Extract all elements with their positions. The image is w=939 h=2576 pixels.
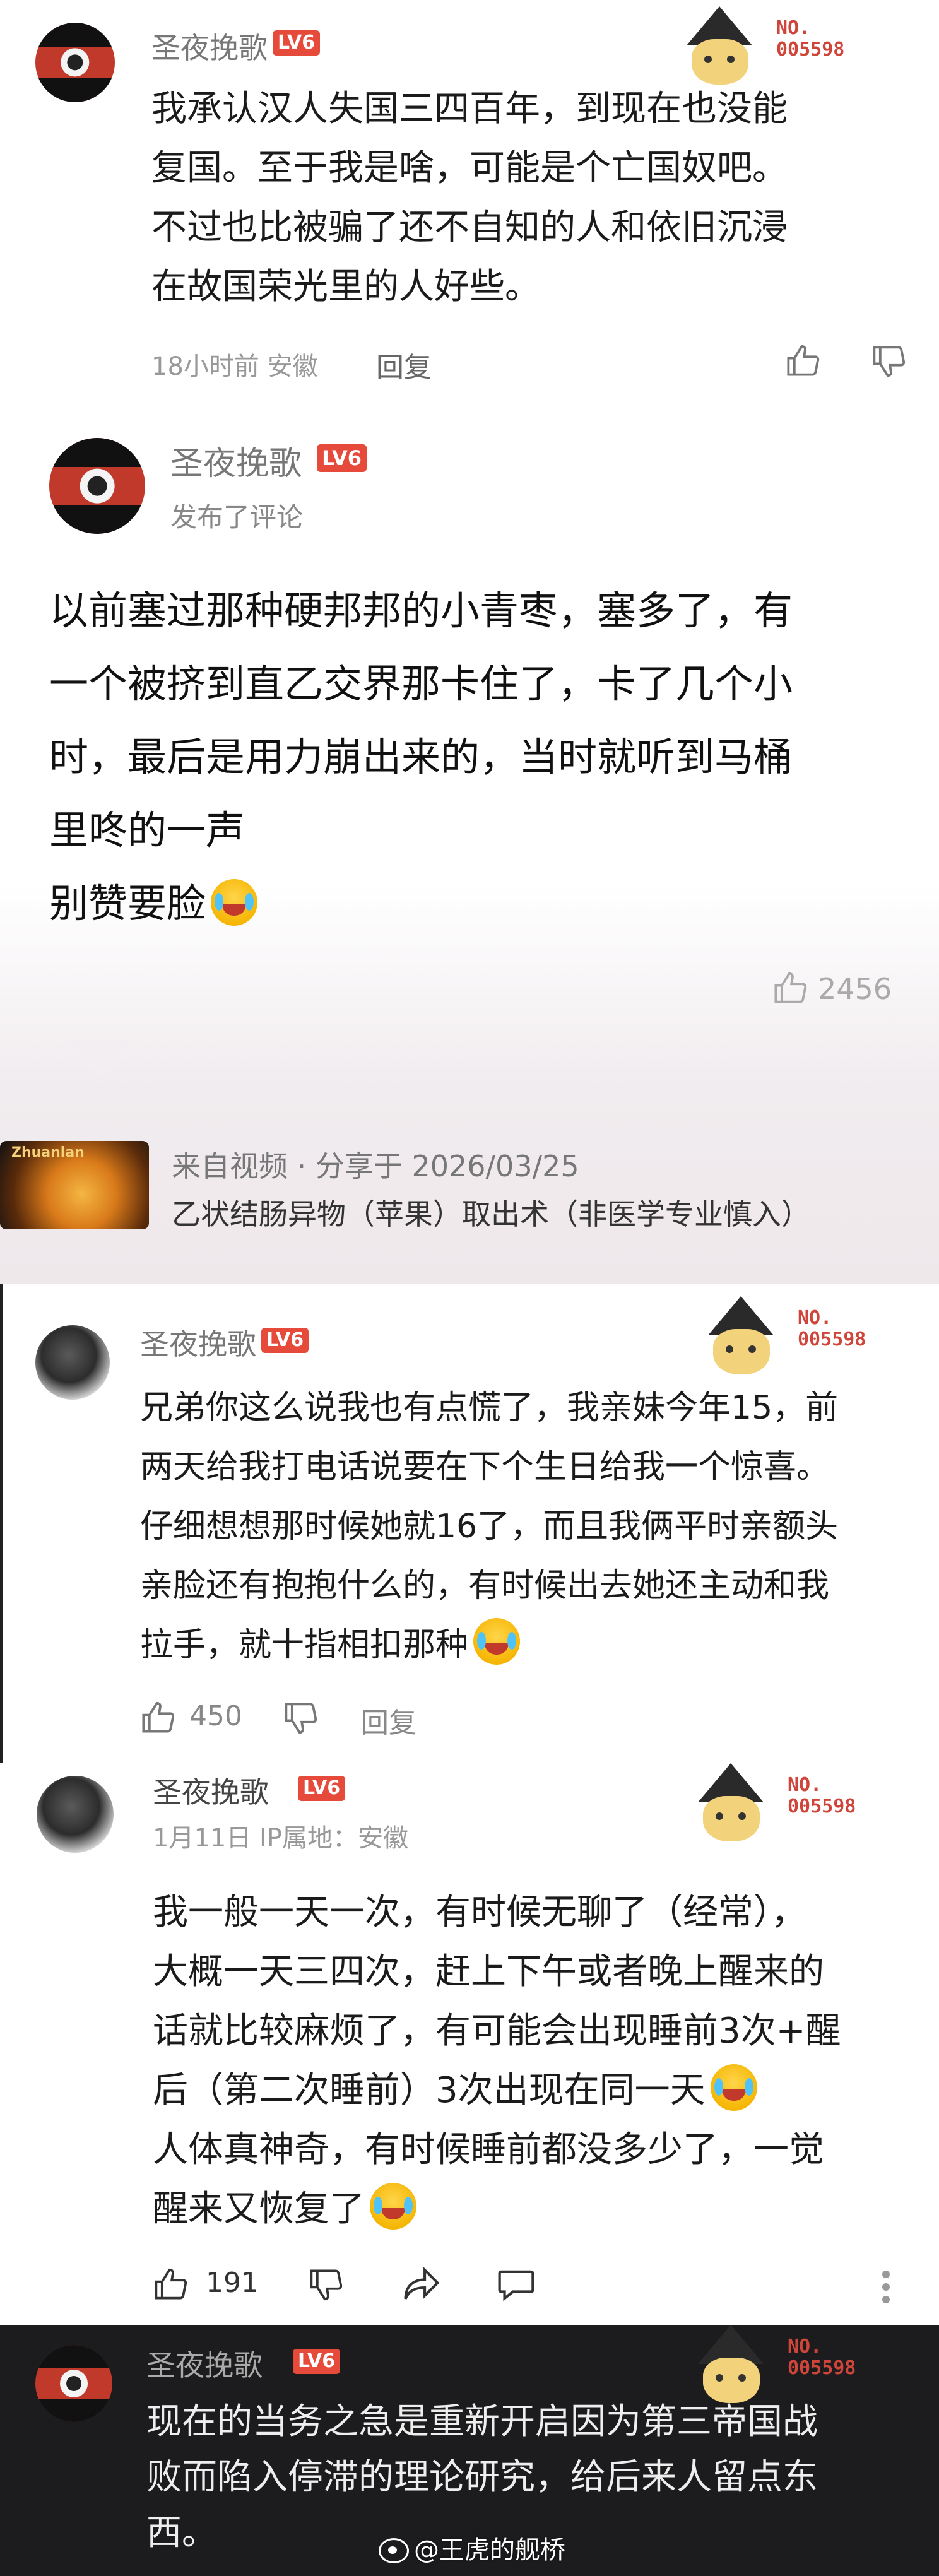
comment-body: 兄弟你这么说我也有点慌了，我亲妹今年15，前 两天给我打电话说要在下个生日给我一…	[140, 1378, 838, 1675]
video-title[interactable]: 乙状结肠异物（苹果）取出术（非医学专业慎入）	[172, 1191, 810, 1233]
avatar[interactable]	[49, 438, 145, 534]
comment-line: 后（第二次睡前）3次出现在同一天	[153, 2061, 841, 2120]
comment-line-text: 拉手，就十指相扣那种	[140, 1626, 469, 1664]
comment-line: 不过也比被骗了还不自知的人和依旧沉浸	[151, 207, 788, 248]
more-options-icon[interactable]	[878, 2268, 894, 2306]
like-count: 2456	[818, 972, 892, 1006]
level-badge: LV6	[298, 1776, 346, 1801]
thumbs-down-icon[interactable]	[871, 346, 907, 379]
weibo-watermark: @王虎的舰桥	[379, 2529, 565, 2566]
comment-card-5: 圣夜挽歌 LV6 NO. 005598 现在的当务之急是重新开启因为第三帝国战 …	[0, 2325, 939, 2576]
comment-line: 两天给我打电话说要在下个生日给我一个惊喜。	[140, 1448, 830, 1486]
username[interactable]: 圣夜挽歌	[151, 25, 268, 67]
laugh-cry-emoji-icon	[211, 879, 258, 926]
thumbs-down-icon[interactable]	[308, 2269, 345, 2302]
comment-line: 现在的当务之急是重新开启因为第三帝国战	[146, 2401, 818, 2442]
fan-badge: NO. 005598	[675, 6, 877, 88]
username[interactable]: 圣夜挽歌	[146, 2343, 263, 2384]
comment-line: 拉手，就十指相扣那种	[140, 1616, 838, 1675]
video-thumbnail[interactable]: Zhuanlan	[0, 1141, 149, 1229]
fan-badge: NO. 005598	[687, 1763, 889, 1845]
comment-line-text: 别赞要脸	[49, 880, 206, 926]
laugh-cry-emoji-icon	[473, 1618, 521, 1665]
share-icon[interactable]	[401, 2267, 442, 2302]
comment-body: 以前塞过那种硬邦邦的小青枣，塞多了，有 一个被挤到直乙交界那卡住了，卡了几个小 …	[49, 574, 793, 940]
thumbs-up-icon[interactable]	[153, 2267, 189, 2300]
avatar[interactable]	[35, 1325, 110, 1400]
comment-line-text: 后（第二次睡前）3次出现在同一天	[153, 2070, 706, 2111]
comment-body: 我承认汉人失国三四百年，到现在也没能 复国。至于我是啥，可能是个亡国奴吧。 不过…	[151, 80, 788, 317]
laugh-cry-emoji-icon	[710, 2064, 757, 2111]
witch-sticker-icon	[687, 1763, 775, 1845]
comment-bubble-icon[interactable]	[496, 2267, 536, 2303]
comment-card-3: 圣夜挽歌 LV6 NO. 005598 兄弟你这么说我也有点慌了，我亲妹今年15…	[0, 1284, 939, 1763]
speech-bubble-tail	[69, 1040, 133, 1078]
date-ip-location: 1月11日 IP属地：安徽	[153, 1824, 408, 1853]
video-thumbnail-tag: Zhuanlan	[11, 1145, 85, 1161]
level-badge: LV6	[261, 1328, 309, 1353]
like-count: 450	[189, 1700, 242, 1732]
username[interactable]: 圣夜挽歌	[140, 1321, 256, 1363]
like-count: 191	[206, 2267, 259, 2299]
reply-button[interactable]: 回复	[376, 345, 432, 385]
laugh-cry-emoji-icon	[370, 2183, 416, 2230]
comment-line: 时，最后是用力崩出来的，当时就听到马桶	[49, 734, 793, 780]
video-source-card[interactable]: Zhuanlan 来自视频 · 分享于 2026/03/25 乙状结肠异物（苹果…	[0, 1141, 939, 1267]
comment-line: 兄弟你这么说我也有点慌了，我亲妹今年15，前	[140, 1389, 839, 1427]
comment-line: 别赞要脸	[49, 867, 793, 940]
comment-line: 我一般一天一次，有时候无聊了（经常），	[153, 1892, 806, 1933]
level-badge: LV6	[293, 2349, 341, 2374]
fan-badge-number: NO. 005598	[788, 1774, 856, 1817]
comment-card-1: 圣夜挽歌 LV6 NO. 005598 我承认汉人失国三四百年，到现在也没能 复…	[0, 0, 939, 396]
comment-body: 我一般一天一次，有时候无聊了（经常）， 大概一天三四次，赶上下午或者晚上醒来的 …	[153, 1883, 841, 2239]
reply-button[interactable]: 回复	[361, 1700, 416, 1740]
fan-badge: NO. 005598	[697, 1296, 899, 1378]
level-badge: LV6	[317, 444, 367, 472]
username[interactable]: 圣夜挽歌	[153, 1770, 269, 1811]
comment-line: 我承认汉人失国三四百年，到现在也没能	[151, 88, 788, 129]
witch-sticker-icon	[697, 1296, 785, 1378]
comment-line: 亲脸还有抱抱什么的，有时候出去她还主动和我	[140, 1567, 830, 1605]
comment-line: 大概一天三四次，赶上下午或者晚上醒来的	[153, 1951, 824, 1992]
fan-badge-number: NO. 005598	[788, 2336, 856, 2379]
avatar[interactable]	[37, 1776, 114, 1853]
watermark-text: @王虎的舰桥	[414, 2536, 565, 2565]
comment-line: 复国。至于我是啥，可能是个亡国奴吧。	[151, 148, 788, 189]
comment-line-text: 醒来又恢复了	[153, 2189, 365, 2230]
comment-line: 败而陷入停滞的理论研究，给后来人留点东	[146, 2457, 818, 2498]
comment-line: 一个被挤到直乙交界那卡住了，卡了几个小	[49, 661, 793, 707]
comment-card-4: 圣夜挽歌 LV6 1月11日 IP属地：安徽 NO. 005598 我一般一天一…	[0, 1763, 939, 2325]
comment-line: 在故国荣光里的人好些。	[151, 266, 540, 307]
fan-badge-number: NO. 005598	[798, 1307, 866, 1350]
comment-line: 醒来又恢复了	[153, 2180, 841, 2239]
avatar[interactable]	[35, 23, 115, 102]
level-badge: LV6	[273, 30, 321, 56]
avatar[interactable]	[35, 2345, 112, 2422]
witch-sticker-icon	[675, 6, 764, 88]
thumbs-up-icon[interactable]	[785, 343, 822, 376]
comment-line: 以前塞过那种硬邦邦的小青枣，塞多了，有	[49, 588, 793, 634]
comment-line: 里咚的一声	[49, 807, 245, 853]
thumbs-up-icon[interactable]	[140, 1700, 177, 1733]
video-source: 来自视频 · 分享于 2026/03/25	[172, 1149, 579, 1183]
post-subtitle: 发布了评论	[170, 502, 304, 533]
comment-line: 人体真神奇，有时候睡前都没多少了，一觉	[153, 2129, 824, 2170]
comment-card-2: 圣夜挽歌 LV6 发布了评论 以前塞过那种硬邦邦的小青枣，塞多了，有 一个被挤到…	[0, 396, 939, 1284]
username[interactable]: 圣夜挽歌	[170, 437, 302, 484]
comment-line: 话就比较麻烦了，有可能会出现睡前3次+醒	[153, 2011, 841, 2052]
weibo-logo-icon	[379, 2538, 409, 2563]
fan-badge-number: NO. 005598	[776, 17, 845, 61]
thumbs-down-icon[interactable]	[283, 1703, 319, 1735]
comment-line: 仔细想想那时候她就16了，而且我俩平时亲额头	[140, 1508, 839, 1545]
thumbs-up-icon[interactable]	[772, 971, 809, 1003]
comment-time-location: 18小时前 安徽	[151, 352, 318, 381]
